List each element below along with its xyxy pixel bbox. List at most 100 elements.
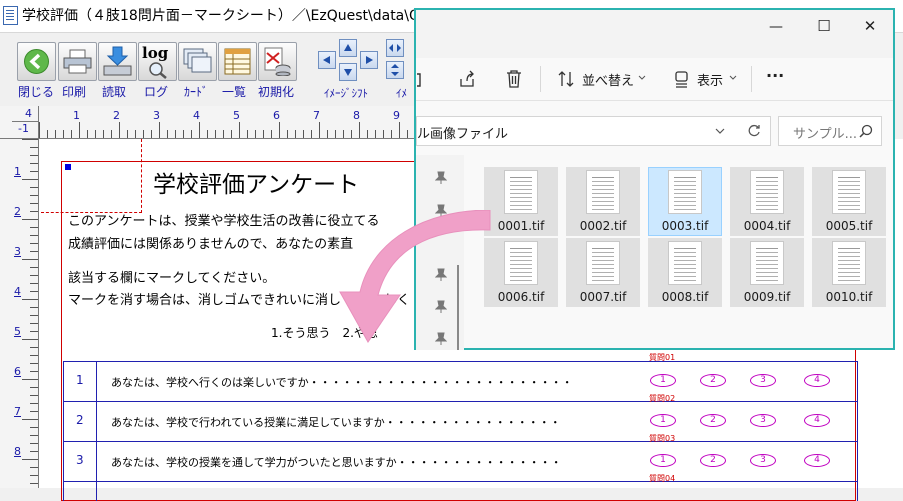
pin-icon[interactable]: [435, 171, 447, 185]
explorer-titlebar: — ☐ ✕: [416, 10, 893, 58]
command-bar: 並べ替え 表示 ···: [416, 58, 893, 101]
cards-label: ｶｰﾄﾞ: [184, 85, 209, 99]
drag-arrow-icon: [339, 210, 491, 343]
image-partial-label: ｲﾒ: [396, 87, 407, 100]
question-text: あなたは、学校へ行くのは楽しいですか・・・・・・・・・・・・・・・・・・・・・・…: [111, 376, 573, 389]
view-icon: [675, 71, 688, 88]
ruler-v-5: 5: [14, 325, 21, 338]
shift-up-button[interactable]: [339, 39, 357, 57]
file-item[interactable]: 0010.tif: [812, 238, 886, 307]
shift-right-button[interactable]: [360, 51, 378, 69]
instruction-2: マークを消す場合は、消しゴムできれいに消し: [68, 293, 342, 308]
file-item-selected[interactable]: 0003.tif: [648, 167, 722, 236]
arrow-horizontal-icon: [389, 44, 401, 52]
tif-thumbnail-icon: [668, 170, 702, 214]
selection-marquee[interactable]: [41, 139, 142, 213]
ruler-h-2: 2: [113, 109, 120, 122]
more-button[interactable]: ···: [766, 66, 784, 85]
sheet-title: 学校評価アンケート: [153, 172, 360, 198]
ruler-corner-bottom: -1: [18, 122, 29, 135]
close-circle-icon: [24, 49, 49, 74]
ruler-v-6: 6: [14, 365, 21, 378]
close-button[interactable]: [17, 42, 56, 81]
file-item[interactable]: 0006.tif: [484, 238, 558, 307]
choice-oval[interactable]: 3: [750, 414, 776, 427]
choice-oval[interactable]: 2: [700, 414, 726, 427]
file-grid: 0001.tif 0002.tif 0003.tif 0004.tif 0005…: [484, 167, 894, 312]
file-item[interactable]: 0007.tif: [566, 238, 640, 307]
choice-oval[interactable]: 2: [700, 374, 726, 387]
refresh-icon[interactable]: [747, 124, 761, 138]
arrow-vertical-icon: [391, 64, 399, 76]
scan-button[interactable]: [98, 42, 137, 81]
rename-icon[interactable]: [416, 72, 424, 88]
file-item[interactable]: 0009.tif: [730, 238, 804, 307]
question-label: 質問04: [649, 474, 676, 483]
list-button[interactable]: [218, 42, 257, 81]
scale-h-button[interactable]: [386, 39, 404, 57]
question-text: あなたは、学校で行われている授業に満足していますか・・・・・・・・・・・・・・・…: [111, 416, 561, 429]
tif-thumbnail-icon: [504, 241, 538, 285]
selection-handle[interactable]: [65, 164, 71, 170]
printer-icon: [63, 49, 92, 74]
ruler-h-1: 1: [73, 109, 80, 122]
print-button[interactable]: [58, 42, 97, 81]
log-icon: log: [142, 44, 169, 62]
log-button[interactable]: log: [138, 42, 177, 81]
table-icon: [224, 48, 251, 75]
image-shift-label: ｲﾒｰｼﾞｼﾌﾄ: [324, 87, 368, 100]
search-box[interactable]: サンプル...: [778, 116, 882, 146]
choice-oval[interactable]: 4: [804, 414, 830, 427]
tif-thumbnail-icon: [750, 170, 784, 214]
print-label: 印刷: [62, 85, 87, 99]
reset-db-icon: [264, 47, 291, 76]
choice-oval[interactable]: 1: [650, 454, 676, 467]
file-item[interactable]: 0001.tif: [484, 167, 558, 236]
address-bar[interactable]: ル画像ファイル: [416, 116, 771, 146]
shift-left-button[interactable]: [318, 51, 336, 69]
trash-icon[interactable]: [505, 70, 523, 88]
choice-oval[interactable]: 1: [650, 414, 676, 427]
document-icon: [3, 6, 18, 25]
command-separator: [751, 66, 752, 92]
minimize-button[interactable]: —: [765, 19, 787, 41]
chevron-down-icon[interactable]: [715, 128, 725, 136]
sort-icon: [558, 71, 574, 87]
maximize-button[interactable]: ☐: [813, 17, 835, 39]
choice-oval[interactable]: 3: [750, 374, 776, 387]
reset-button[interactable]: [258, 42, 297, 81]
close-window-button[interactable]: ✕: [859, 17, 881, 39]
arrow-down-icon: [344, 69, 352, 76]
choice-oval[interactable]: 4: [804, 454, 830, 467]
choice-oval[interactable]: 2: [700, 454, 726, 467]
file-name: 0004.tif: [743, 219, 791, 233]
list-label: 一覧: [222, 85, 247, 99]
view-button[interactable]: 表示: [697, 70, 723, 89]
ruler-h-3: 3: [153, 109, 160, 122]
question-label: 質問02: [649, 394, 676, 403]
share-icon[interactable]: [458, 70, 476, 88]
sort-button[interactable]: 並べ替え: [582, 70, 634, 89]
arrow-up-icon: [344, 44, 352, 51]
reset-label: 初期化: [258, 85, 295, 99]
shift-down-button[interactable]: [339, 63, 357, 81]
arrow-left-icon: [323, 56, 330, 64]
tif-thumbnail-icon: [750, 241, 784, 285]
file-item[interactable]: 0005.tif: [812, 167, 886, 236]
magnifier-icon: [149, 62, 167, 79]
choice-oval[interactable]: 3: [750, 454, 776, 467]
file-item[interactable]: 0002.tif: [566, 167, 640, 236]
ruler-h-4: 4: [193, 109, 200, 122]
scale-v-button[interactable]: [386, 61, 404, 79]
file-item[interactable]: 0008.tif: [648, 238, 722, 307]
close-label: 閉じる: [18, 85, 55, 99]
horizontal-ruler: 1 2 3 4 5 6 7 8 9: [39, 106, 415, 139]
search-placeholder: サンプル...: [793, 127, 858, 142]
choice-oval[interactable]: 1: [650, 374, 676, 387]
cards-button[interactable]: [178, 42, 217, 81]
tif-thumbnail-icon: [504, 170, 538, 214]
choice-oval[interactable]: 4: [804, 374, 830, 387]
file-item[interactable]: 0004.tif: [730, 167, 804, 236]
tif-thumbnail-icon: [832, 170, 866, 214]
ruler-h-8: 8: [353, 109, 360, 122]
